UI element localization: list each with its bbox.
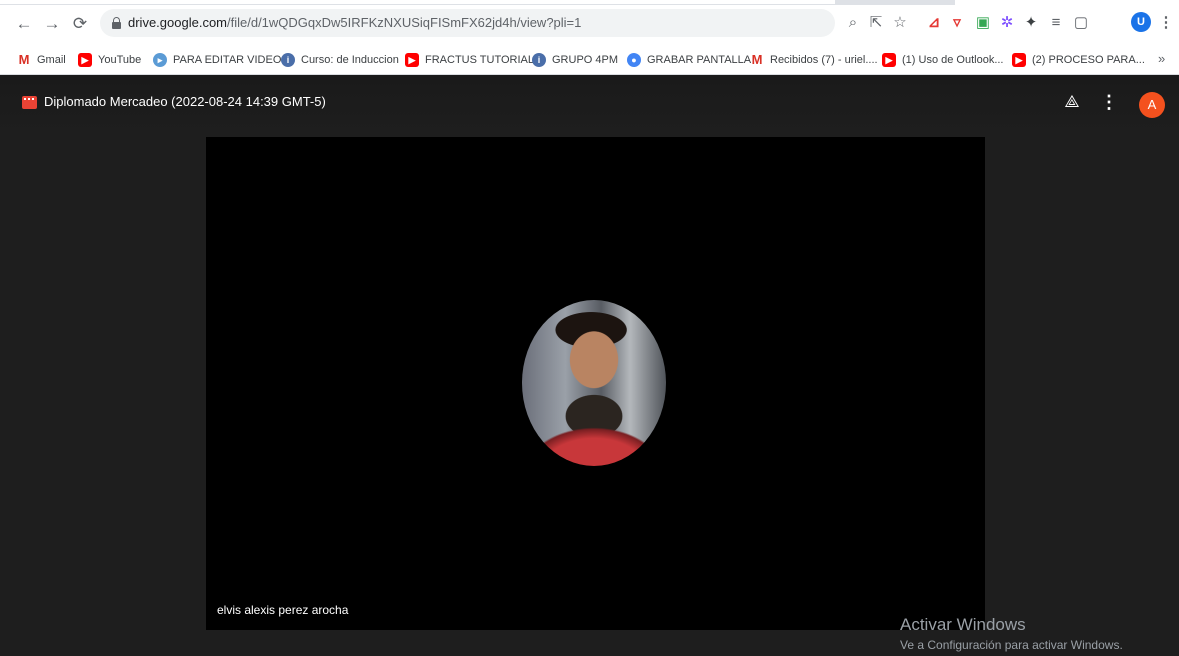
- participant-photo: [522, 300, 666, 466]
- extensions-icon[interactable]: ✦: [1022, 14, 1040, 32]
- inactive-tab[interactable]: [955, 0, 1179, 5]
- address-bar[interactable]: drive.google.com/file/d/1wQDGqxDw5IRFKzN…: [100, 9, 835, 37]
- star-icon[interactable]: ☆: [891, 14, 909, 32]
- editor-icon: ▸: [153, 53, 167, 67]
- bookmark-fractus-tutorial[interactable]: ▶ FRACTUS TUTORIAL: [405, 52, 534, 68]
- url-path: /file/d/1wQDGqxDw5IRFKzNXUSiqFISmFX62jd4…: [227, 15, 582, 30]
- bookmarks-overflow-icon[interactable]: »: [1158, 51, 1165, 66]
- bookmark-gmail[interactable]: M Gmail: [17, 52, 66, 68]
- drive-viewer: Diplomado Mercadeo (2022-08-24 14:39 GMT…: [0, 75, 1179, 656]
- tab-strip: [0, 0, 1179, 5]
- watermark-subtitle: Ve a Configuración para activar Windows.: [900, 638, 1123, 652]
- windows-activation-watermark: Activar Windows Ve a Configuración para …: [900, 614, 1123, 654]
- active-tab[interactable]: [0, 0, 835, 5]
- browser-toolbar: ← → ⟳ drive.google.com/file/d/1wQDGqxDw5…: [0, 0, 1179, 44]
- url-host: drive.google.com: [128, 15, 227, 30]
- back-icon[interactable]: ←: [14, 14, 34, 34]
- course-icon: i: [281, 53, 295, 67]
- gear-extension-icon[interactable]: ✲: [998, 14, 1016, 32]
- more-options-icon[interactable]: ⋮: [1100, 92, 1118, 112]
- bookmark-label: Curso: de Induccion: [301, 54, 399, 66]
- bookmark-para-editar-video[interactable]: ▸ PARA EDITAR VIDEO: [153, 52, 281, 68]
- bookmark-label: (2) PROCESO PARA...: [1032, 54, 1145, 66]
- screen-record-icon: ●: [627, 53, 641, 67]
- bookmark-uso-de-outlook[interactable]: ▶ (1) Uso de Outlook...: [882, 52, 1004, 68]
- bookmark-label: (1) Uso de Outlook...: [902, 54, 1004, 66]
- add-to-drive-icon[interactable]: ⟁: [1062, 92, 1082, 112]
- lock-icon[interactable]: [112, 17, 121, 29]
- reading-list-icon[interactable]: ≡: [1047, 14, 1065, 32]
- side-panel-icon[interactable]: ▢: [1072, 14, 1090, 32]
- forward-icon[interactable]: →: [42, 14, 62, 34]
- group-icon: i: [532, 53, 546, 67]
- share-icon[interactable]: ⇱: [867, 14, 885, 32]
- profile-avatar[interactable]: U: [1131, 12, 1151, 32]
- youtube-icon: ▶: [1012, 53, 1026, 67]
- bookmark-label: FRACTUS TUTORIAL: [425, 54, 534, 66]
- zoom-icon[interactable]: ⌕: [844, 14, 862, 32]
- bookmarks-bar: M Gmail ▶ YouTube ▸ PARA EDITAR VIDEO i Curs…: [0, 44, 1179, 75]
- viewer-header: Diplomado Mercadeo (2022-08-24 14:39 GMT…: [0, 75, 1179, 135]
- extension-icon[interactable]: ▣: [974, 14, 992, 32]
- bookmark-label: YouTube: [98, 54, 142, 66]
- menu-icon[interactable]: ⋮: [1157, 14, 1175, 32]
- file-title: Diplomado Mercadeo (2022-08-24 14:39 GMT…: [44, 94, 326, 109]
- bookmark-grupo-4pm[interactable]: i GRUPO 4PM: [532, 52, 618, 68]
- bookmark-proceso-para[interactable]: ▶ (2) PROCESO PARA...: [1012, 52, 1145, 68]
- bookmark-curso-induccion[interactable]: i Curso: de Induccion: [281, 52, 399, 68]
- url-text[interactable]: drive.google.com/file/d/1wQDGqxDw5IRFKzN…: [128, 15, 581, 30]
- bookmark-label: Recibidos (7) - uriel....: [770, 54, 878, 66]
- video-file-icon: [22, 96, 37, 109]
- bookmark-label: GRUPO 4PM: [552, 54, 619, 66]
- bookmark-youtube[interactable]: ▶ YouTube: [78, 52, 141, 68]
- pocket-extension-icon[interactable]: ▿: [948, 14, 966, 32]
- youtube-icon: ▶: [405, 53, 419, 67]
- pdf-extension-icon[interactable]: ⊿: [925, 14, 943, 32]
- gmail-icon: M: [751, 52, 763, 67]
- account-avatar[interactable]: A: [1139, 92, 1165, 118]
- youtube-icon: ▶: [78, 53, 92, 67]
- gmail-icon: M: [18, 52, 30, 67]
- bookmark-recibidos[interactable]: M Recibidos (7) - uriel....: [750, 52, 878, 68]
- reload-icon[interactable]: ⟳: [70, 14, 90, 34]
- watermark-title: Activar Windows: [900, 615, 1026, 634]
- bookmark-label: Gmail: [37, 54, 66, 66]
- youtube-icon: ▶: [882, 53, 896, 67]
- participant-name: elvis alexis perez arocha: [217, 603, 349, 617]
- video-player[interactable]: elvis alexis perez arocha: [206, 137, 985, 630]
- bookmark-label: GRABAR PANTALLA: [647, 54, 752, 66]
- bookmark-grabar-pantalla[interactable]: ● GRABAR PANTALLA: [627, 52, 751, 68]
- bookmark-label: PARA EDITAR VIDEO: [173, 54, 282, 66]
